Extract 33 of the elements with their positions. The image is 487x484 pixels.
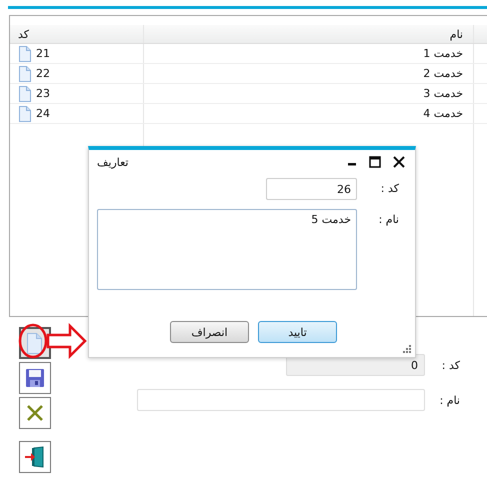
maximize-button[interactable] xyxy=(367,156,383,168)
table-cell: 23 xyxy=(36,87,50,100)
table-cell: خدمت 2 xyxy=(144,64,474,83)
table-cell: خدمت 4 xyxy=(144,104,474,123)
highlight-circle xyxy=(18,324,48,358)
document-icon xyxy=(18,46,31,62)
table-cell: 24 xyxy=(36,107,50,120)
text-area[interactable]: خدمت 5 xyxy=(97,209,357,290)
window-title: تعاریف xyxy=(97,156,128,168)
field-label: کد : xyxy=(380,181,399,195)
confirm-button[interactable]: تایید xyxy=(258,321,337,343)
table-cell: 21 xyxy=(36,47,50,60)
delete-button[interactable] xyxy=(19,397,51,429)
document-icon xyxy=(18,86,31,102)
exit-button[interactable] xyxy=(19,441,51,473)
close-icon xyxy=(393,156,405,168)
document-icon xyxy=(18,106,31,122)
field-label: کد : xyxy=(440,358,460,372)
maximize-icon xyxy=(369,156,381,168)
table-cell: خدمت 1 xyxy=(144,44,474,63)
input-field[interactable]: 26 xyxy=(266,178,357,200)
input-field[interactable] xyxy=(137,389,425,411)
field-label: نام : xyxy=(438,394,460,406)
close-button[interactable] xyxy=(391,156,407,168)
table-cell: 22 xyxy=(36,67,50,80)
field-label: نام : xyxy=(378,212,399,226)
document-icon xyxy=(18,66,31,82)
column-header[interactable]: کد xyxy=(10,25,144,43)
save-button[interactable] xyxy=(19,362,51,394)
cancel-button[interactable]: انصراف xyxy=(170,321,249,343)
resize-grip-icon xyxy=(402,344,412,354)
column-header[interactable]: نام xyxy=(144,25,474,43)
table-cell: خدمت 3 xyxy=(144,84,474,103)
